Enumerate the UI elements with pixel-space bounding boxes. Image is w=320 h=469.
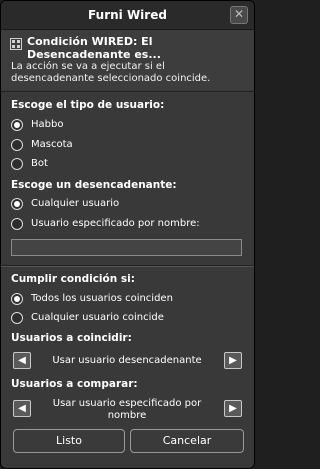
ok-button[interactable]: Listo <box>13 429 125 453</box>
fulfill-label: Cumplir condición si: <box>11 273 135 285</box>
radio-all-match-label[interactable]: Todos los usuarios coinciden <box>31 293 173 304</box>
wired-window: Furni Wired ✕ Condición WIRED: El Desenc… <box>0 0 255 469</box>
user-type-label: Escoge el tipo de usuario: <box>11 99 165 111</box>
match-users-value: Usar usuario desencadenante <box>52 355 202 366</box>
radio-habbo[interactable] <box>11 119 23 131</box>
radio-any-user[interactable] <box>11 198 23 210</box>
radio-bot[interactable] <box>11 158 23 170</box>
radio-habbo-label[interactable]: Habbo <box>31 119 63 130</box>
compare-users-label: Usuarios a comparar: <box>11 378 138 390</box>
compare-next-arrow-icon[interactable]: ▶ <box>224 400 242 417</box>
match-users-label: Usuarios a coincidir: <box>11 332 132 344</box>
window-title: Furni Wired <box>88 8 167 22</box>
radio-named-user[interactable] <box>11 218 23 230</box>
match-next-arrow-icon[interactable]: ▶ <box>224 352 242 369</box>
divider <box>1 91 254 92</box>
compare-users-value: Usar usuario especificado por nombre <box>52 398 202 421</box>
radio-all-match[interactable] <box>11 293 23 305</box>
title-bar[interactable]: Furni Wired ✕ <box>1 1 254 30</box>
username-input[interactable] <box>11 239 242 256</box>
condition-description: La acción se va a ejecutar si el desenca… <box>11 61 211 84</box>
divider <box>1 266 254 267</box>
wired-icon <box>10 38 22 50</box>
cancel-button[interactable]: Cancelar <box>130 429 244 453</box>
radio-mascota-label[interactable]: Mascota <box>31 139 73 150</box>
trigger-label: Escoge un desencadenante: <box>11 179 177 191</box>
match-prev-arrow-icon[interactable]: ◀ <box>13 352 31 369</box>
radio-any-match[interactable] <box>11 312 23 324</box>
radio-named-user-label[interactable]: Usuario especificado por nombre: <box>31 218 200 229</box>
radio-mascota[interactable] <box>11 139 23 151</box>
condition-header: Condición WIRED: El Desencadenante es...… <box>1 30 254 90</box>
radio-any-match-label[interactable]: Cualquier usuario coincide <box>31 312 164 323</box>
condition-title: Condición WIRED: El Desencadenante es... <box>27 35 161 61</box>
close-icon[interactable]: ✕ <box>230 6 248 24</box>
radio-bot-label[interactable]: Bot <box>31 158 48 169</box>
radio-any-user-label[interactable]: Cualquier usuario <box>31 198 119 209</box>
compare-prev-arrow-icon[interactable]: ◀ <box>13 400 31 417</box>
